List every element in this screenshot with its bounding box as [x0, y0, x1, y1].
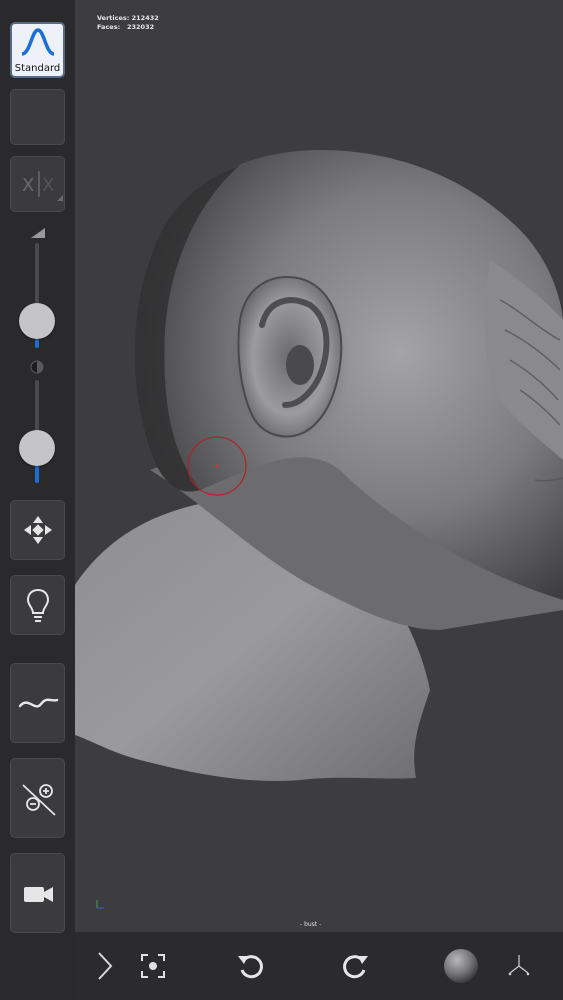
subdivision-button[interactable]: [10, 758, 65, 838]
light-button[interactable]: [10, 575, 65, 635]
svg-text:X: X: [42, 175, 54, 196]
brush-button[interactable]: Standard: [10, 22, 65, 78]
redo-icon: [343, 955, 368, 979]
frame-focus-icon: [141, 954, 165, 978]
camera-button[interactable]: [10, 853, 65, 933]
vertices-value: 212432: [131, 14, 159, 22]
undo-icon: [238, 955, 263, 979]
undo-button[interactable]: [233, 932, 269, 1000]
video-camera-icon: [24, 887, 53, 902]
expand-button[interactable]: [87, 932, 123, 1000]
strength-slider-knob[interactable]: [19, 430, 55, 466]
axis-gizmo-icon: [508, 955, 530, 976]
bottom-toolbar: [75, 932, 563, 1000]
tool-sidebar: Standard X X: [0, 0, 75, 1000]
faces-label: Faces:: [97, 23, 121, 31]
radius-slider-knob[interactable]: [19, 303, 55, 339]
axis-button[interactable]: [503, 932, 535, 1000]
brush-cursor-center: [215, 464, 219, 468]
symmetry-icon: X X: [22, 171, 63, 201]
transform-button[interactable]: [10, 500, 65, 560]
subdivide-plus-minus-icon: [22, 784, 56, 816]
redo-button[interactable]: [337, 932, 373, 1000]
svg-text:X: X: [22, 175, 34, 196]
bust-model[interactable]: [75, 0, 563, 932]
brush-falloff-icon: [20, 28, 55, 56]
mesh-name: - bust -: [300, 921, 322, 928]
chevron-right-icon: [98, 952, 113, 980]
faces-value: 232032: [126, 23, 155, 31]
material-button[interactable]: [441, 932, 481, 1000]
move-arrows-icon: [24, 516, 52, 544]
matcap-sphere-icon: [444, 949, 478, 983]
symmetry-button[interactable]: X X: [10, 156, 65, 212]
frame-button[interactable]: [135, 932, 171, 1000]
vertices-label: Vertices:: [97, 14, 130, 22]
stroke-curve-icon: [18, 698, 59, 708]
radius-size-icon: [31, 228, 45, 238]
brush-label: Standard: [14, 63, 61, 74]
mesh-stats: Vertices: 212432 Faces: 232032: [97, 14, 159, 32]
empty-tool-button[interactable]: [10, 89, 65, 145]
sculpt-viewport[interactable]: [75, 0, 563, 932]
strength-icon: [30, 360, 44, 374]
stroke-button[interactable]: [10, 663, 65, 743]
bulb-icon: [26, 588, 50, 622]
